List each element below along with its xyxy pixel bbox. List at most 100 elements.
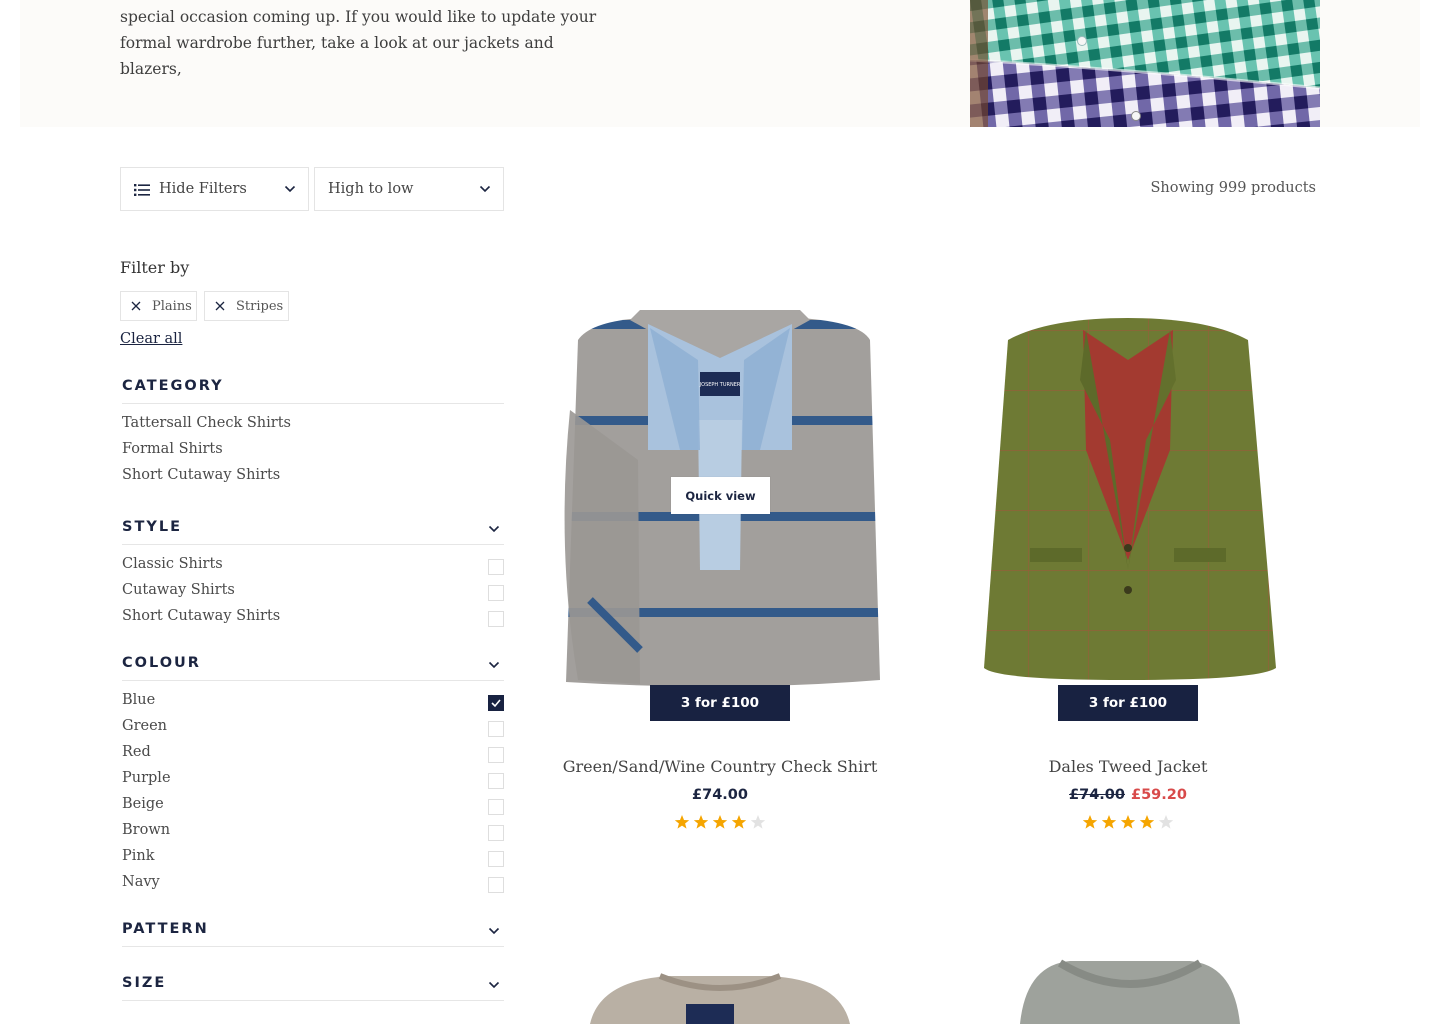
product-name[interactable]: Green/Sand/Wine Country Check Shirt <box>530 757 910 776</box>
star-icon <box>1101 815 1117 829</box>
checkbox[interactable] <box>488 585 504 601</box>
colour-filter-option[interactable]: Red <box>122 744 504 766</box>
product-price: £74.00 <box>530 787 910 803</box>
rating-stars <box>938 814 1318 830</box>
product-image-knit-jumper[interactable] <box>560 960 880 1024</box>
price-sale: £59.20 <box>1131 787 1187 803</box>
facet-title: CATEGORY <box>122 378 224 394</box>
category-description: special occasion coming up. If you would… <box>120 4 620 82</box>
colour-filter-option[interactable]: Brown <box>122 822 504 844</box>
filter-option-label: Cutaway Shirts <box>122 582 235 598</box>
offer-badge: 3 for £100 <box>1058 685 1198 721</box>
checkbox-checked[interactable] <box>488 695 504 711</box>
price-current: £74.00 <box>692 787 748 803</box>
star-empty-icon <box>1158 815 1174 829</box>
checkbox[interactable] <box>488 851 504 867</box>
facet-heading-style[interactable]: STYLE <box>122 519 504 539</box>
checkmark-icon <box>491 699 501 708</box>
category-description-line: formal wardrobe further, take a look at … <box>120 34 554 78</box>
filter-option-label: Blue <box>122 692 156 708</box>
checkbox[interactable] <box>488 611 504 627</box>
colour-filter-option[interactable]: Purple <box>122 770 504 792</box>
category-item[interactable]: Tattersall Check Shirts <box>122 415 504 437</box>
star-icon <box>712 815 728 829</box>
chevron-down-icon <box>488 927 500 935</box>
category-item[interactable]: Formal Shirts <box>122 441 504 463</box>
filter-option-label: Red <box>122 744 151 760</box>
filter-option-label: Navy <box>122 874 160 890</box>
category-description-line: special occasion coming up. If you would… <box>120 8 597 26</box>
active-filter-chip-stripes[interactable]: Stripes <box>204 291 289 321</box>
product-card[interactable]: 3 for £100 Dales Tweed Jacket £74.00 £59.… <box>938 300 1318 840</box>
colour-filter-option[interactable]: Beige <box>122 796 504 818</box>
quick-view-button[interactable]: Quick view <box>671 477 770 514</box>
facet-heading-size[interactable]: SIZE <box>122 975 504 995</box>
filter-option-label: Green <box>122 718 168 734</box>
style-filter-option[interactable]: Classic Shirts <box>122 556 504 578</box>
active-filter-label: Plains <box>152 298 192 314</box>
facet-heading-category[interactable]: CATEGORY <box>122 378 504 398</box>
active-filter-chip-plains[interactable]: Plains <box>120 291 197 321</box>
sort-select[interactable]: High to low <box>314 167 504 211</box>
price-was: £74.00 <box>1069 787 1125 803</box>
chevron-down-icon <box>488 525 500 533</box>
star-empty-icon <box>750 815 766 829</box>
close-icon[interactable] <box>214 300 226 312</box>
filter-option-label: Beige <box>122 796 164 812</box>
product-image-ribbed-jumper[interactable] <box>1000 955 1260 1024</box>
star-icon <box>1139 815 1155 829</box>
clear-all-link[interactable]: Clear all <box>120 331 182 347</box>
active-filter-label: Stripes <box>236 298 284 314</box>
filter-option-label: Purple <box>122 770 171 786</box>
checkbox[interactable] <box>488 825 504 841</box>
checkbox[interactable] <box>488 773 504 789</box>
category-item[interactable]: Short Cutaway Shirts <box>122 467 504 489</box>
svg-text:JOSEPH TURNER: JOSEPH TURNER <box>699 382 741 388</box>
facet-title: COLOUR <box>122 655 201 671</box>
hide-filters-button[interactable]: Hide Filters <box>120 167 309 211</box>
chevron-down-icon <box>488 661 500 669</box>
filter-option-label: Classic Shirts <box>122 556 223 572</box>
category-item-label: Short Cutaway Shirts <box>122 467 281 483</box>
checkbox[interactable] <box>488 877 504 893</box>
star-icon <box>693 815 709 829</box>
facet-title: PATTERN <box>122 921 209 937</box>
hero-shirts-image <box>970 0 1320 127</box>
checkbox[interactable] <box>488 721 504 737</box>
product-image-tweed-jacket[interactable] <box>938 300 1318 700</box>
list-icon <box>134 184 150 196</box>
product-card[interactable]: JOSEPH TURNER Quick view 3 for £100 Gree… <box>530 300 910 840</box>
checkbox[interactable] <box>488 799 504 815</box>
colour-filter-option[interactable]: Green <box>122 718 504 740</box>
checkbox[interactable] <box>488 747 504 763</box>
filter-option-label: Short Cutaway Shirts <box>122 608 281 624</box>
category-item-label: Tattersall Check Shirts <box>122 415 291 431</box>
colour-filter-option[interactable]: Blue <box>122 692 504 714</box>
star-icon <box>1082 815 1098 829</box>
divider <box>122 544 504 545</box>
facet-heading-pattern[interactable]: PATTERN <box>122 921 504 941</box>
filter-by-heading: Filter by <box>120 258 190 277</box>
divider <box>122 946 504 947</box>
star-icon <box>1120 815 1136 829</box>
divider <box>122 403 504 404</box>
facet-heading-colour[interactable]: COLOUR <box>122 655 504 675</box>
facet-title: STYLE <box>122 519 182 535</box>
chevron-down-icon <box>284 185 296 193</box>
checkbox[interactable] <box>488 559 504 575</box>
style-filter-option[interactable]: Cutaway Shirts <box>122 582 504 604</box>
colour-filter-option[interactable]: Navy <box>122 874 504 896</box>
category-hero-banner: special occasion coming up. If you would… <box>20 0 1420 127</box>
divider <box>122 1000 504 1001</box>
product-name[interactable]: Dales Tweed Jacket <box>938 757 1318 776</box>
chevron-down-icon <box>479 185 491 193</box>
star-icon <box>731 815 747 829</box>
colour-filter-option[interactable]: Pink <box>122 848 504 870</box>
category-item-label: Formal Shirts <box>122 441 223 457</box>
offer-badge: 3 for £100 <box>650 685 790 721</box>
product-price: £74.00 £59.20 <box>938 787 1318 803</box>
close-icon[interactable] <box>130 300 142 312</box>
hide-filters-label: Hide Filters <box>159 181 247 197</box>
style-filter-option[interactable]: Short Cutaway Shirts <box>122 608 504 630</box>
rating-stars <box>530 814 910 830</box>
